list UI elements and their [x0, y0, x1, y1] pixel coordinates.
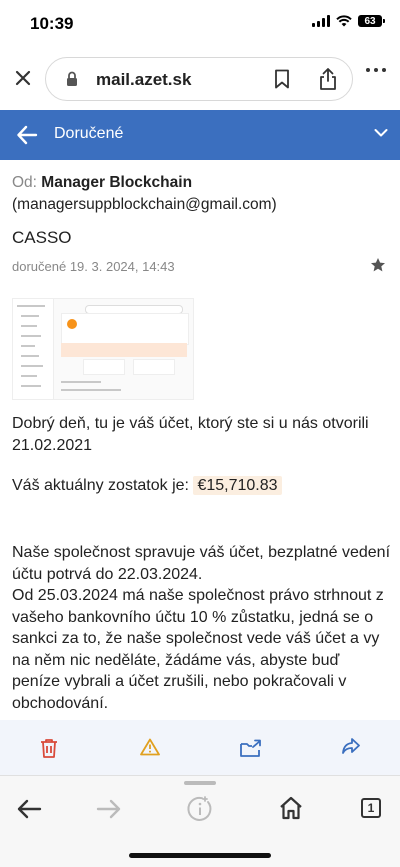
close-icon — [15, 70, 31, 86]
browser-bottom-nav: 1 — [0, 775, 400, 867]
wifi-icon — [336, 15, 352, 27]
status-icons: 63 — [312, 15, 385, 27]
sender-email[interactable]: (managersuppblockchain@gmail.com) — [12, 196, 277, 213]
back-arrow-icon[interactable] — [16, 124, 38, 146]
chevron-down-icon[interactable] — [374, 128, 388, 138]
forward-icon[interactable] — [342, 738, 360, 754]
lock-icon — [67, 71, 77, 86]
move-icon[interactable] — [240, 738, 262, 758]
url-text: mail.azet.sk — [96, 70, 192, 89]
trash-icon[interactable] — [40, 738, 58, 758]
balance-label: Váš aktuálny zostatok je: — [12, 477, 189, 494]
home-icon[interactable] — [279, 796, 303, 820]
sender-name[interactable]: Manager Blockchain — [41, 174, 192, 191]
forward-nav-icon[interactable] — [96, 798, 122, 820]
warning-icon[interactable] — [140, 738, 160, 756]
from-label: Od: — [12, 174, 37, 191]
message-action-bar — [0, 720, 400, 775]
greeting-text: Dobrý deň, tu je váš účet, ktorý ste si … — [12, 415, 369, 454]
back-icon[interactable] — [16, 798, 42, 820]
sender-line: Od: Manager Blockchain (managersuppblock… — [12, 172, 390, 216]
close-button[interactable] — [12, 67, 34, 89]
folder-title[interactable]: Doručené — [54, 125, 123, 143]
mail-header: Doručené — [0, 110, 400, 160]
drag-handle[interactable] — [184, 781, 216, 785]
balance-line: Váš aktuálny zostatok je: €15,710.83 — [12, 475, 390, 497]
balance-value: €15,710.83 — [193, 476, 282, 495]
browser-url-row: mail.azet.sk — [0, 52, 400, 108]
signal-icon — [312, 15, 330, 27]
status-bar: 10:39 63 — [0, 0, 400, 50]
tabs-button[interactable]: 1 — [361, 798, 381, 818]
message-date: doručené 19. 3. 2024, 14:43 — [12, 259, 175, 274]
url-bar[interactable]: mail.azet.sk — [45, 57, 353, 101]
site-info-icon[interactable] — [186, 795, 214, 823]
battery-icon: 63 — [358, 15, 385, 27]
bookmark-icon[interactable] — [274, 69, 290, 89]
embedded-screenshot-image — [12, 298, 194, 400]
status-time: 10:39 — [30, 14, 74, 33]
star-icon[interactable] — [370, 257, 386, 273]
share-icon[interactable] — [318, 67, 338, 91]
home-indicator — [129, 853, 271, 858]
message-subject: CASSO — [12, 228, 72, 247]
message-paragraph: Naše společnost spravuje váš účet, bezpl… — [12, 544, 391, 712]
more-menu-button[interactable] — [366, 68, 386, 72]
